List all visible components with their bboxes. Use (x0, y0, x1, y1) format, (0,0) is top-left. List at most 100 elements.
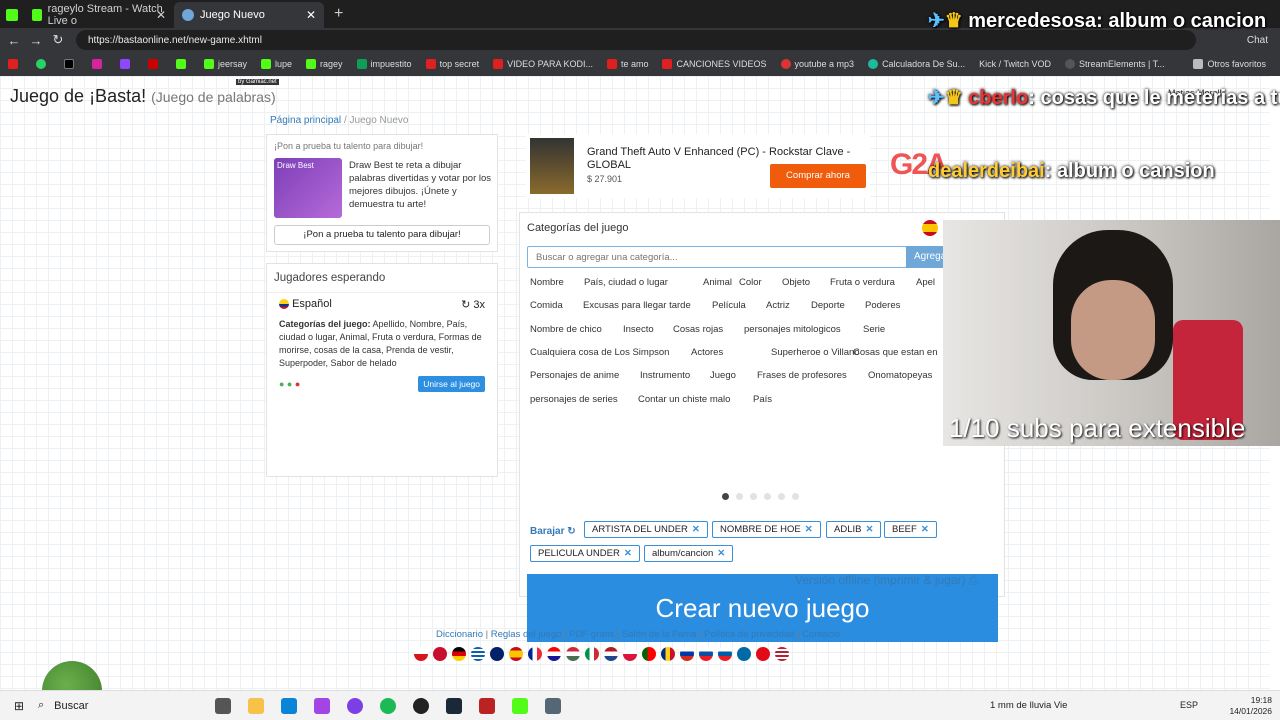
france-flag-icon[interactable] (528, 647, 542, 661)
footer-link[interactable]: Salón de la Fama (622, 629, 696, 640)
file-explorer-icon[interactable] (248, 697, 264, 714)
bookmark-item[interactable] (64, 59, 78, 70)
czech-flag-icon[interactable] (414, 647, 428, 661)
bookmark-youtube-mp3[interactable]: youtube a mp3 (780, 59, 854, 70)
denmark-flag-icon[interactable] (433, 647, 447, 661)
page-dot[interactable] (736, 493, 743, 500)
draw-best-button[interactable]: ¡Pon a prueba tu talento para dibujar! (274, 225, 490, 245)
hungary-flag-icon[interactable] (566, 647, 580, 661)
bookmark-streamelements[interactable]: StreamElements | T... (1064, 59, 1165, 70)
page-dot[interactable] (764, 493, 771, 500)
category-suggestion[interactable]: Onomatopeyas (868, 370, 932, 381)
category-suggestion[interactable]: Comida (530, 300, 563, 311)
category-suggestion[interactable]: Color (739, 277, 762, 288)
bookmark-ragey[interactable]: ragey (306, 59, 343, 70)
bookmark-video-kodi[interactable]: VIDEO PARA KODI... (493, 59, 593, 70)
category-suggestion[interactable]: Personajes de anime (530, 370, 619, 381)
close-icon[interactable]: ✕ (156, 8, 166, 22)
buy-now-button[interactable]: Comprar ahora (770, 164, 866, 188)
remove-icon[interactable]: ✕ (805, 524, 813, 535)
russia-flag-icon[interactable] (680, 647, 694, 661)
gta-cover-image[interactable] (530, 138, 574, 194)
obs-icon[interactable] (413, 697, 429, 714)
category-suggestion[interactable]: Actores (691, 347, 723, 358)
bookmark-te-amo[interactable]: te amo (606, 59, 648, 70)
footer-link[interactable]: PDF gratis (569, 629, 614, 640)
category-suggestion[interactable]: Insecto (623, 324, 654, 335)
croatia-flag-icon[interactable] (547, 647, 561, 661)
app-icon[interactable] (347, 697, 363, 714)
weather-widget[interactable]: 1 mm de lluvia Vie (990, 700, 1067, 711)
category-suggestion[interactable]: personajes de series (530, 394, 618, 405)
bookmark-item[interactable] (36, 59, 50, 70)
page-dot-active[interactable] (722, 493, 729, 500)
page-dot[interactable] (750, 493, 757, 500)
shuffle-button[interactable]: Barajar ↻ (530, 526, 576, 537)
page-dot[interactable] (792, 493, 799, 500)
offline-version-link[interactable]: Versión offline (imprimir & jugar) ⎙ (795, 573, 978, 588)
bookmark-top-secret[interactable]: top secret (425, 59, 479, 70)
category-suggestion[interactable]: Cosas que estan en (853, 347, 938, 358)
usa-flag-icon[interactable] (775, 647, 789, 661)
taskbar-search[interactable]: ⌕ Buscar (38, 699, 198, 712)
category-suggestion[interactable]: Nombre de chico (530, 324, 602, 335)
slovenia-flag-icon[interactable] (718, 647, 732, 661)
forward-icon[interactable]: → (28, 33, 44, 48)
category-suggestion[interactable]: Frases de profesores (757, 370, 847, 381)
bookmark-item[interactable] (176, 59, 190, 70)
reload-icon[interactable]: ↻ (50, 32, 66, 48)
category-search-input[interactable] (527, 246, 907, 268)
breadcrumb-home[interactable]: Página principal (270, 115, 341, 126)
footer-link[interactable]: Contacto (802, 629, 840, 640)
footer-link[interactable]: Reglas del juego (491, 629, 562, 640)
footer-link[interactable]: Política de privacidad (704, 629, 794, 640)
category-suggestion[interactable]: personajes mitologicos (744, 324, 841, 335)
spain-flag-icon[interactable] (922, 220, 938, 236)
page-dot[interactable] (778, 493, 785, 500)
sweden-flag-icon[interactable] (737, 647, 751, 661)
kick-icon[interactable] (512, 697, 528, 714)
category-suggestion[interactable]: Fruta o verdura (830, 277, 895, 288)
steam-icon[interactable] (446, 697, 462, 714)
remove-icon[interactable]: ✕ (921, 524, 929, 535)
italy-flag-icon[interactable] (585, 647, 599, 661)
category-suggestion[interactable]: Película (712, 300, 746, 311)
spain-flag-icon[interactable] (509, 647, 523, 661)
draw-best-image[interactable]: Draw Best (274, 158, 342, 218)
turkey-flag-icon[interactable] (756, 647, 770, 661)
kick-pinned-tab[interactable] (0, 2, 24, 28)
spotify-icon[interactable] (380, 697, 396, 714)
footer-link[interactable]: Diccionario (436, 629, 483, 640)
category-suggestion[interactable]: Poderes (865, 300, 900, 311)
windows-start-icon[interactable]: ⊞ (14, 699, 24, 713)
category-suggestion[interactable]: Juego (710, 370, 736, 381)
category-suggestion[interactable]: País, ciudad o lugar (584, 277, 668, 288)
category-suggestion[interactable]: Instrumento (640, 370, 690, 381)
close-icon[interactable]: ✕ (306, 8, 316, 22)
chat-button[interactable]: Chat (1247, 35, 1268, 46)
category-suggestion[interactable]: Serie (863, 324, 885, 335)
ad-banner[interactable]: Grand Theft Auto V Enhanced (PC) - Rocks… (526, 134, 870, 198)
poland-flag-icon[interactable] (623, 647, 637, 661)
new-tab-button[interactable]: + (334, 2, 343, 28)
url-input[interactable]: https://bastaonline.net/new-game.xhtml (76, 30, 1196, 50)
language-indicator[interactable]: ESP (1180, 700, 1198, 710)
app-icon[interactable] (545, 697, 561, 714)
remove-icon[interactable]: ✕ (624, 548, 632, 559)
remove-icon[interactable]: ✕ (692, 524, 700, 535)
category-suggestion[interactable]: Superheroe o Villano (771, 347, 860, 358)
bookmark-calculadora[interactable]: Calculadora De Su... (868, 59, 965, 70)
category-suggestion[interactable]: Nombre (530, 277, 564, 288)
bookmark-impuestito[interactable]: impuestito (356, 59, 412, 70)
bookmark-canciones[interactable]: CANCIONES VIDEOS (662, 59, 767, 70)
germany-flag-icon[interactable] (452, 647, 466, 661)
bookmark-lupe[interactable]: lupe (261, 59, 292, 70)
tab-stream[interactable]: rageylo Stream - Watch Live o ✕ (24, 2, 174, 28)
netherlands-flag-icon[interactable] (604, 647, 618, 661)
app-icon[interactable] (314, 697, 330, 714)
uk-flag-icon[interactable] (490, 647, 504, 661)
back-icon[interactable]: ← (6, 33, 22, 48)
category-suggestion[interactable]: Excusas para llegar tarde (583, 300, 691, 311)
category-suggestion[interactable]: Animal (703, 277, 732, 288)
category-suggestion[interactable]: Actriz (766, 300, 790, 311)
